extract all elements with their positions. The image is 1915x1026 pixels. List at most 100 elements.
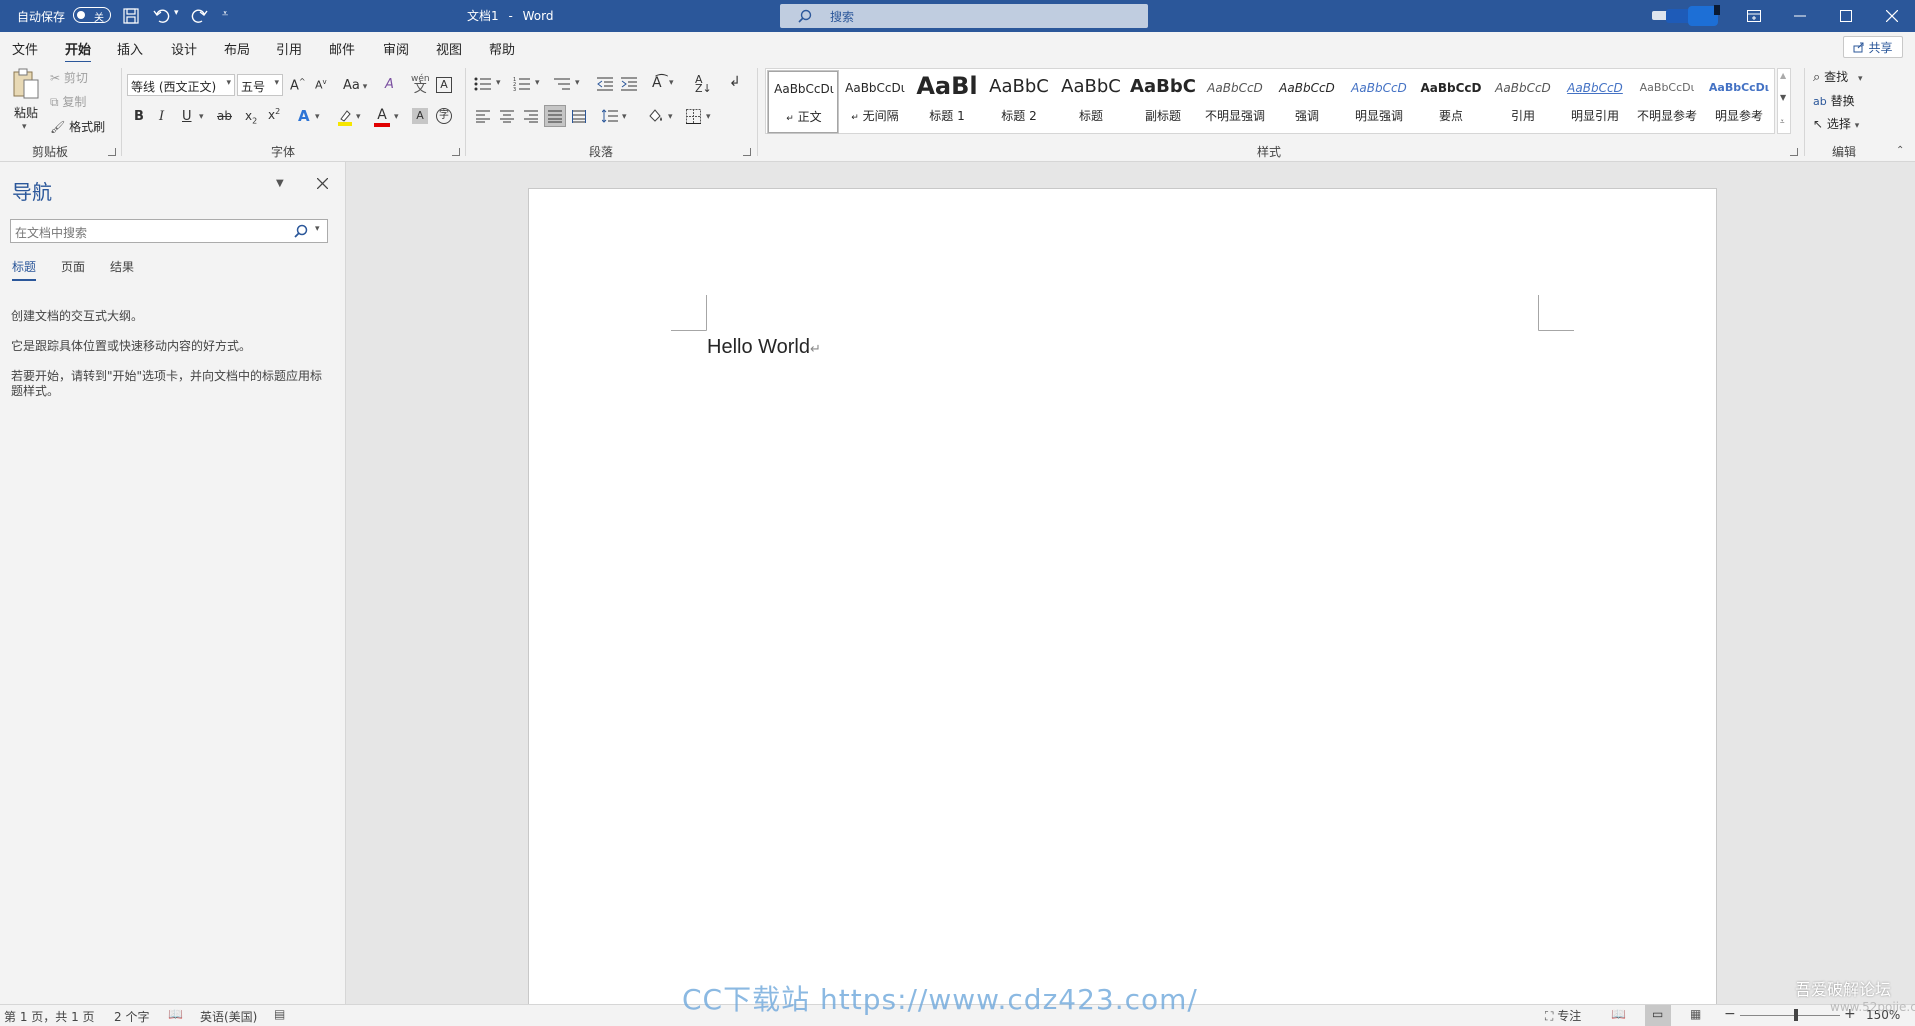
superscript-icon[interactable]: x2 — [268, 107, 280, 122]
bold-icon[interactable]: B — [134, 109, 144, 124]
chevron-down-icon[interactable]: ▼ — [1780, 93, 1786, 102]
numbering-dropdown-icon[interactable]: ▾ — [535, 78, 540, 88]
replace-button[interactable]: ab 替换 — [1813, 92, 1855, 109]
chinese-layout-dropdown-icon[interactable]: ▾ — [669, 78, 674, 88]
print-layout-button[interactable]: ▭ — [1645, 1005, 1671, 1026]
show-hide-marks-icon[interactable]: ↲ — [729, 74, 741, 90]
text-effects-dropdown-icon[interactable]: ▾ — [315, 112, 320, 122]
style-quote[interactable]: AaBbCcD 引用 — [1488, 71, 1558, 133]
strikethrough-icon[interactable]: ab — [217, 109, 232, 123]
tab-review[interactable]: 审阅 — [383, 39, 409, 58]
character-border-icon[interactable]: A — [436, 77, 452, 93]
search-box[interactable]: 搜索 — [780, 4, 1148, 28]
align-center-icon[interactable] — [500, 110, 514, 123]
save-icon[interactable] — [122, 7, 140, 25]
bullets-icon[interactable] — [474, 77, 492, 91]
style-subtitle[interactable]: AaBbC 副标题 — [1128, 71, 1198, 133]
read-mode-icon[interactable]: 📖 — [1611, 1007, 1626, 1021]
borders-icon[interactable] — [686, 109, 701, 124]
gallery-more-icon[interactable]: ⩡ — [1780, 117, 1785, 127]
clipboard-launcher-icon[interactable] — [108, 148, 116, 156]
zoom-slider[interactable] — [1740, 1009, 1840, 1021]
paragraph-launcher-icon[interactable] — [743, 148, 751, 156]
style-subtle-emphasis[interactable]: AaBbCcD 不明显强调 — [1200, 71, 1270, 133]
increase-indent-icon[interactable] — [621, 77, 637, 91]
font-launcher-icon[interactable] — [452, 148, 460, 156]
highlight-icon[interactable] — [337, 108, 353, 126]
phonetic-guide-icon[interactable]: wén 文 — [411, 75, 430, 96]
tab-design[interactable]: 设计 — [171, 39, 197, 58]
style-intense-reference[interactable]: AaBbCcDι 明显参考 — [1704, 71, 1774, 133]
tab-view[interactable]: 视图 — [436, 39, 462, 58]
word-count[interactable]: 2 个字 — [114, 1008, 149, 1025]
font-size-select[interactable]: 五号 ▾ — [237, 74, 283, 96]
multilevel-dropdown-icon[interactable]: ▾ — [575, 78, 580, 88]
tab-file[interactable]: 文件 — [12, 39, 38, 58]
select-button[interactable]: ↖ 选择 ▾ — [1813, 115, 1859, 132]
shrink-font-icon[interactable]: Av — [315, 78, 327, 92]
minimize-icon[interactable] — [1777, 0, 1823, 32]
grow-font-icon[interactable]: A^ — [290, 77, 306, 93]
undo-dropdown-icon[interactable]: ▾ — [174, 8, 179, 18]
autosave-toggle[interactable]: 关 — [73, 7, 111, 24]
focus-button[interactable]: ⛶ 专注 — [1545, 1007, 1581, 1024]
close-pane-icon[interactable] — [317, 178, 328, 189]
style-strong[interactable]: AaBbCcD 要点 — [1416, 71, 1486, 133]
nav-search-input[interactable]: 在文档中搜索 ▾ — [10, 219, 328, 243]
text-effects-icon[interactable]: A — [298, 107, 310, 125]
tab-mailings[interactable]: 邮件 — [329, 39, 355, 58]
collapse-ribbon-icon[interactable]: ⌃ — [1896, 145, 1904, 156]
style-intense-quote[interactable]: AaBbCcD 明显引用 — [1560, 71, 1630, 133]
search-icon[interactable] — [294, 224, 308, 238]
close-icon[interactable] — [1869, 0, 1915, 32]
align-right-icon[interactable] — [524, 110, 538, 123]
shading-dropdown-icon[interactable]: ▾ — [668, 112, 673, 122]
highlight-dropdown-icon[interactable]: ▾ — [356, 112, 361, 122]
numbering-icon[interactable]: 123 — [513, 77, 531, 91]
clear-formatting-icon[interactable]: A — [385, 77, 394, 92]
borders-dropdown-icon[interactable]: ▾ — [706, 112, 711, 122]
style-subtle-reference[interactable]: AaBbCcDι 不明显参考 — [1632, 71, 1702, 133]
ribbon-display-options-icon[interactable] — [1731, 0, 1777, 32]
style-no-spacing[interactable]: AaBbCcDι ↵ 无间隔 — [840, 71, 910, 133]
style-title[interactable]: AaBbC 标题 — [1056, 71, 1126, 133]
italic-icon[interactable]: I — [159, 109, 164, 124]
nav-tab-results[interactable]: 结果 — [110, 258, 134, 275]
paste-button[interactable]: 粘贴 ▾ — [12, 68, 42, 136]
style-heading-1[interactable]: AaBl 标题 1 — [912, 71, 982, 133]
share-button[interactable]: 共享 — [1843, 36, 1903, 58]
align-left-icon[interactable] — [476, 110, 490, 123]
enclose-characters-icon[interactable]: 字 — [436, 108, 452, 124]
cut-button[interactable]: ✂ 剪切 — [50, 69, 88, 86]
styles-scroll[interactable]: ▲ ▼ ⩡ — [1777, 68, 1791, 134]
character-shading-icon[interactable]: A — [412, 108, 428, 124]
justify-button[interactable] — [544, 105, 566, 127]
line-spacing-icon[interactable] — [602, 109, 618, 123]
format-painter-button[interactable]: 🖌 格式刷 — [50, 118, 105, 135]
line-spacing-dropdown-icon[interactable]: ▾ — [622, 112, 627, 122]
undo-icon[interactable] — [152, 6, 172, 26]
sort-icon[interactable]: A Z↓ — [695, 74, 712, 94]
page-info[interactable]: 第 1 页，共 1 页 — [4, 1008, 95, 1025]
font-color-dropdown-icon[interactable]: ▾ — [394, 112, 399, 122]
zoom-out-icon[interactable]: − — [1724, 1006, 1736, 1022]
underline-dropdown-icon[interactable]: ▾ — [199, 112, 204, 122]
chevron-down-icon[interactable]: ▾ — [315, 224, 320, 234]
distributed-icon[interactable] — [572, 110, 586, 123]
pane-options-icon[interactable]: ▼ — [276, 178, 284, 189]
multilevel-list-icon[interactable] — [553, 77, 571, 91]
style-heading-2[interactable]: AaBbC 标题 2 — [984, 71, 1054, 133]
style-intense-emphasis[interactable]: AaBbCcD 明显强调 — [1344, 71, 1414, 133]
redo-icon[interactable] — [189, 6, 209, 26]
maximize-icon[interactable] — [1823, 0, 1869, 32]
font-name-select[interactable]: 等线 (西文正文) ▾ — [127, 74, 235, 96]
chinese-layout-icon[interactable]: A͡ — [652, 75, 662, 91]
tab-help[interactable]: 帮助 — [489, 39, 515, 58]
style-normal[interactable]: AaBbCcDι ↵ 正文 — [767, 70, 839, 134]
proofing-icon[interactable]: 📖 — [168, 1007, 183, 1021]
styles-launcher-icon[interactable] — [1790, 148, 1798, 156]
bullets-dropdown-icon[interactable]: ▾ — [496, 78, 501, 88]
nav-tab-headings[interactable]: 标题 — [12, 258, 37, 281]
accessibility-icon[interactable]: ▤ — [274, 1007, 285, 1021]
web-layout-icon[interactable]: ▦ — [1690, 1007, 1701, 1021]
